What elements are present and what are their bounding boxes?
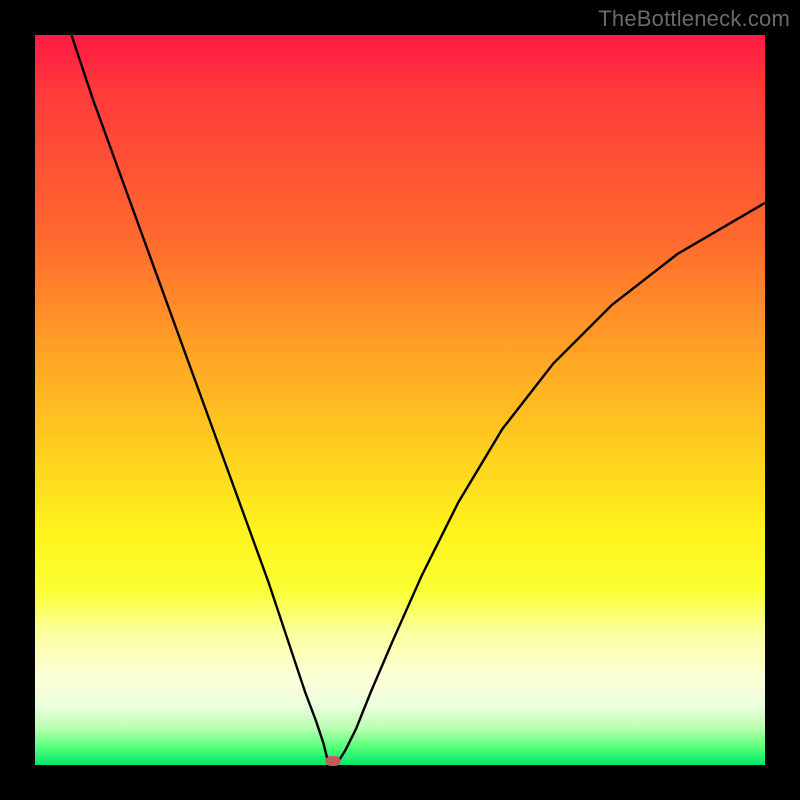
plot-area: [35, 35, 765, 765]
chart-frame: TheBottleneck.com: [0, 0, 800, 800]
watermark-text: TheBottleneck.com: [598, 6, 790, 32]
bottleneck-curve: [35, 35, 765, 765]
curve-left-branch: [72, 35, 330, 762]
curve-right-branch: [338, 203, 765, 762]
optimal-marker: [325, 756, 340, 766]
